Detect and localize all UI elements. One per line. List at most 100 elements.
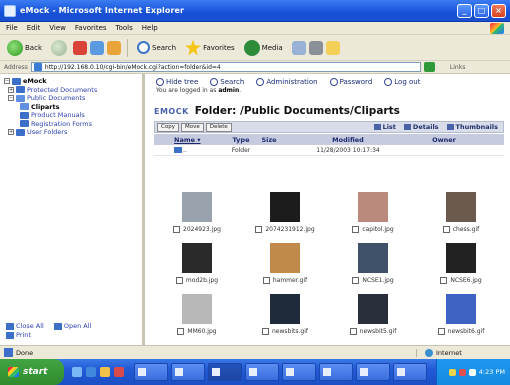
open-all-link[interactable]: Open All	[53, 322, 91, 331]
thumbnail-item[interactable]: chess.gif	[418, 188, 504, 239]
print-icon[interactable]	[308, 40, 323, 55]
tree-item-cliparts[interactable]: Cliparts	[4, 103, 138, 112]
thumbnail-image[interactable]	[182, 192, 212, 222]
select-checkbox[interactable]	[262, 277, 270, 284]
favorites-button[interactable]: Favorites	[182, 39, 238, 57]
select-checkbox[interactable]	[177, 328, 185, 335]
delete-button[interactable]: Delete	[205, 122, 232, 132]
volume-icon[interactable]	[468, 368, 476, 376]
select-checkbox[interactable]	[437, 328, 445, 335]
back-button[interactable]: Back	[4, 39, 45, 57]
menu-edit[interactable]: Edit	[27, 24, 41, 32]
taskbar-task[interactable]	[245, 363, 279, 381]
thumbnail-item[interactable]: 2024923.jpg	[154, 188, 240, 239]
password-link[interactable]: Password	[329, 78, 372, 86]
select-checkbox[interactable]	[352, 277, 360, 284]
file-name[interactable]: capitol.jpg	[362, 226, 393, 233]
close-button[interactable]: ×	[491, 3, 506, 18]
parent-folder-cell[interactable]: ..	[174, 147, 226, 154]
file-name[interactable]: MM60.jpg	[187, 328, 216, 335]
forward-button[interactable]	[48, 39, 70, 57]
tray-icon[interactable]	[458, 368, 466, 376]
taskbar-task[interactable]	[393, 363, 427, 381]
thumbnail-item[interactable]: newsbit6.gif	[418, 290, 504, 341]
folder-icon[interactable]	[325, 40, 340, 55]
thumbnail-image[interactable]	[270, 243, 300, 273]
parent-folder-row[interactable]: .. Folder 11/28/2003 10:17:34	[154, 145, 504, 156]
thumbnail-image[interactable]	[270, 294, 300, 324]
file-name[interactable]: newsbits.gif	[272, 328, 308, 335]
minimize-button[interactable]: _	[457, 3, 472, 18]
refresh-icon[interactable]	[90, 40, 104, 55]
file-name[interactable]: 2024923.jpg	[183, 226, 221, 233]
thumbnail-item[interactable]: mod2b.jpg	[154, 239, 240, 290]
column-modified[interactable]: Modified	[282, 136, 414, 144]
show-desktop-icon[interactable]	[72, 367, 82, 377]
file-name[interactable]: 2074231912.jpg	[265, 226, 314, 233]
collapse-toggle-icon[interactable]: −	[8, 95, 14, 102]
folder-quicklaunch-icon[interactable]	[100, 367, 110, 377]
column-size[interactable]: Size	[256, 136, 282, 144]
thumbnail-item[interactable]: hammer.gif	[242, 239, 328, 290]
file-name[interactable]: NCSE6.jpg	[450, 277, 481, 284]
taskbar-task-active[interactable]	[208, 363, 242, 381]
move-button[interactable]: Move	[180, 122, 204, 132]
menu-view[interactable]: View	[49, 24, 66, 32]
details-view-link[interactable]: Details	[403, 123, 439, 131]
thumbnail-image[interactable]	[182, 294, 212, 324]
select-checkbox[interactable]	[255, 226, 263, 233]
thumbnail-item[interactable]: NCSE1.jpg	[330, 239, 416, 290]
thumbnail-image[interactable]	[446, 243, 476, 273]
address-input[interactable]: http://192.168.0.10/cgi-bin/eMock.cgi?ac…	[30, 62, 421, 72]
select-checkbox[interactable]	[173, 226, 181, 233]
select-checkbox[interactable]	[175, 277, 183, 284]
media-quicklaunch-icon[interactable]	[114, 367, 124, 377]
copy-button[interactable]: Copy	[157, 122, 179, 132]
tree-item-public-documents[interactable]: − Public Documents	[4, 94, 138, 103]
column-type[interactable]: Type	[226, 136, 256, 144]
select-checkbox[interactable]	[352, 226, 360, 233]
tree-item-registration-forms[interactable]: Registration Forms	[4, 120, 138, 129]
taskbar-task[interactable]	[134, 363, 168, 381]
file-name[interactable]: newsbit5.gif	[360, 328, 397, 335]
taskbar-task[interactable]	[171, 363, 205, 381]
stop-icon[interactable]	[73, 40, 87, 55]
menu-help[interactable]: Help	[142, 24, 158, 32]
tree-root[interactable]: − eMock	[4, 77, 138, 86]
thumbnail-image[interactable]	[446, 294, 476, 324]
collapse-toggle-icon[interactable]: −	[4, 78, 10, 85]
links-label[interactable]: Links	[450, 64, 465, 71]
expand-toggle-icon[interactable]: +	[8, 86, 14, 93]
thumbnail-image[interactable]	[358, 192, 388, 222]
thumbnail-item[interactable]: NCSE6.jpg	[418, 239, 504, 290]
search-button[interactable]: Search	[134, 40, 179, 55]
mail-icon[interactable]	[291, 40, 306, 55]
taskbar-task[interactable]	[319, 363, 353, 381]
media-button[interactable]: Media	[241, 39, 286, 57]
column-owner[interactable]: Owner	[414, 136, 474, 144]
file-name[interactable]: NCSE1.jpg	[362, 277, 393, 284]
thumbnail-image[interactable]	[270, 192, 300, 222]
tree-item-user-folders[interactable]: + User Folders	[4, 128, 138, 137]
clock[interactable]: 4:23 PM	[479, 368, 505, 376]
menu-favorites[interactable]: Favorites	[75, 24, 107, 32]
search-link[interactable]: Search	[210, 78, 244, 86]
file-name[interactable]: newsbit6.gif	[448, 328, 485, 335]
start-button[interactable]: start	[0, 359, 64, 385]
thumbnail-item[interactable]: capitol.jpg	[330, 188, 416, 239]
maximize-button[interactable]: □	[474, 3, 489, 18]
thumbnail-item[interactable]: newsbit5.gif	[330, 290, 416, 341]
thumbnails-view-link[interactable]: Thumbnails	[446, 123, 498, 131]
tree-item-product-manuals[interactable]: Product Manuals	[4, 111, 138, 120]
menu-file[interactable]: File	[6, 24, 18, 32]
select-checkbox[interactable]	[262, 328, 269, 335]
list-view-link[interactable]: List	[373, 123, 396, 131]
expand-toggle-icon[interactable]: +	[8, 129, 14, 136]
select-checkbox[interactable]	[349, 328, 357, 335]
administration-link[interactable]: Administration	[256, 78, 318, 86]
taskbar-task[interactable]	[356, 363, 390, 381]
ie-quicklaunch-icon[interactable]	[86, 367, 96, 377]
thumbnail-item[interactable]: MM60.jpg	[154, 290, 240, 341]
file-name[interactable]: hammer.gif	[273, 277, 307, 284]
thumbnail-image[interactable]	[446, 192, 476, 222]
